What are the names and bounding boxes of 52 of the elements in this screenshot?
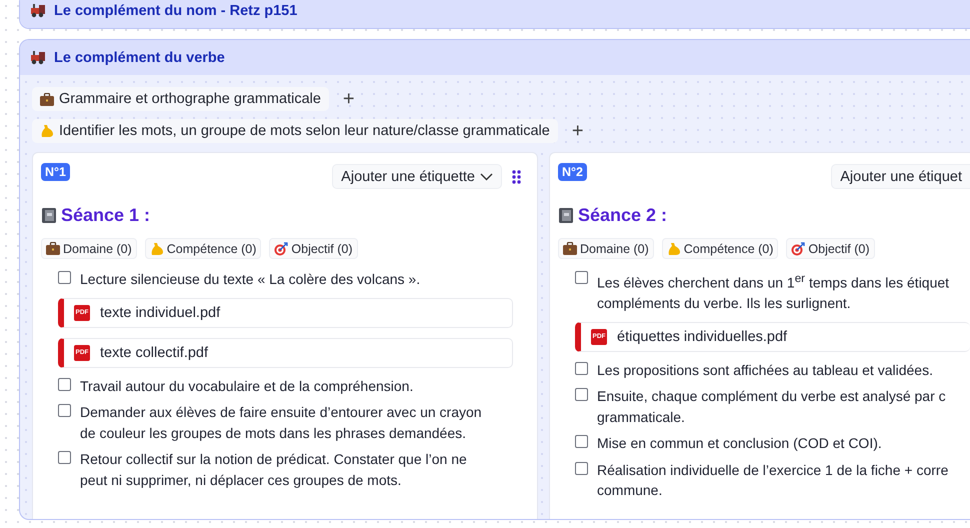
checkbox[interactable] [575,462,588,475]
number-badge: N°1 [41,163,70,181]
file-name: texte collectif.pdf [100,344,208,360]
tag-filter-chip[interactable]: Domaine (0) [41,238,137,259]
task-text: Réalisation individuelle de l’exercice 1 de la fiche + corre commune. [597,460,948,500]
checkbox[interactable] [575,388,588,402]
checkbox[interactable] [575,435,588,448]
section-header[interactable]: Le complément du nom - Retz p151 [20,0,970,28]
tag-filter-chip[interactable]: Domaine (0) [558,238,654,259]
train-icon [30,3,46,18]
checkbox[interactable] [575,362,588,375]
notebook-icon [41,207,57,224]
checkbox[interactable] [575,271,588,284]
tag-filter-chip[interactable]: Objectif (0) [269,238,358,259]
checkbox[interactable] [58,378,71,390]
briefcase-icon [40,92,54,106]
checkbox[interactable] [58,404,71,417]
task-text: Lecture silencieuse du texte « La colère des volcans ». [80,270,420,289]
add-label-dropdown[interactable]: Ajouter une étiquette [332,164,502,189]
tag-filter-chip[interactable]: Objectif (0) [786,238,875,259]
tag-label: Identifier les mots, un groupe de mots selon leur nature/classe grammaticale [32,119,558,143]
checkbox[interactable] [58,271,71,284]
task-text: Mise en commun et conclusion (COD et COI). [597,434,882,454]
notebook-icon [558,207,574,224]
add-button[interactable]: + [338,89,359,109]
drag-handle-icon[interactable] [512,170,521,184]
target-icon [791,242,806,256]
session-title: Séance 2 : [578,205,668,226]
task-text: Travail autour du vocabulaire et de la compréhension. [80,376,414,396]
tag-filter-chip[interactable]: Compétence (0) [662,238,778,259]
add-label-dropdown[interactable]: Ajouter une étiquet [831,164,970,189]
briefcase-icon [46,242,60,255]
briefcase-icon [563,242,577,255]
tag-label: Grammaire et orthographe grammaticale [32,87,329,111]
task-text: Les propositions sont affichées au tableau et validées. [597,360,933,380]
number-badge: N°2 [558,163,587,181]
task-text: Les élèves cherchent dans un 1$^{er}$ temps dans les étiquet compléments du verbe. Ils les surlignent. [597,271,950,314]
task-text: Ensuite, chaque complément du verbe est analysé par c grammaticale. [597,387,946,427]
file-name: étiquettes individuelles.pdf [617,328,788,345]
tag-filter-chip[interactable]: Compétence (0) [144,238,262,259]
chevron-down-icon [480,172,493,180]
section-header[interactable]: Le complément du verbe [20,40,970,75]
checkbox[interactable] [58,451,71,464]
section-title: Le complément du verbe [54,50,225,66]
task-text: Demander aux élèves de faire ensuite d’entourer avec un crayon de couleur les groupes de mots dans les phrases demandées. [80,403,482,443]
section-title: Le complément du nom - Retz p151 [54,2,298,18]
target-icon [274,242,288,256]
train-icon [30,50,46,65]
file-name: texte individuel.pdf [100,304,220,320]
task-text: Retour collectif sur la notion de prédicat. Constater que l’on ne peut ni supprimer, ni déplacer ces groupes de mots. [80,450,467,490]
session-title: Séance 1 : [61,205,150,226]
add-button[interactable]: + [568,121,588,141]
